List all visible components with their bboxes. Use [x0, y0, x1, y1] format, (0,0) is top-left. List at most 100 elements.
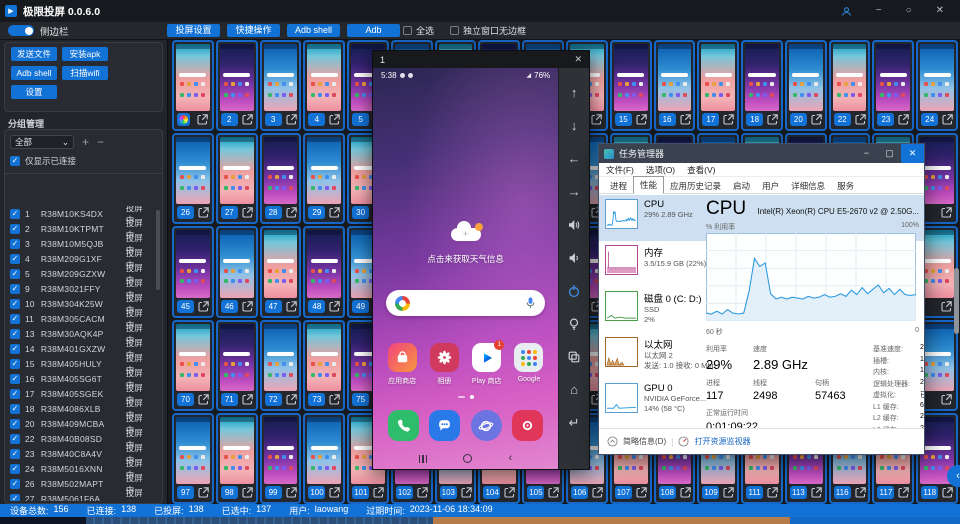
device-number-button[interactable]: 73 — [308, 393, 325, 406]
grid-cell[interactable]: 20 — [785, 40, 827, 131]
device-checkbox[interactable]: ✓ — [10, 284, 20, 294]
device-number-button[interactable]: 70 — [177, 393, 194, 406]
add-group-button[interactable]: + — [82, 136, 89, 148]
device-number-button[interactable]: 46 — [221, 300, 238, 313]
open-window-button[interactable] — [547, 486, 560, 499]
device-number-button[interactable]: 48 — [308, 300, 325, 313]
device-number-button[interactable]: 3 — [265, 113, 282, 126]
grid-cell[interactable]: 70 — [172, 320, 214, 411]
open-window-button[interactable] — [940, 206, 953, 219]
flashlight-button[interactable] — [559, 307, 589, 340]
tm-tab-item[interactable]: 应用历史记录 — [664, 178, 727, 194]
grid-cell[interactable] — [172, 40, 214, 131]
device-number-button[interactable]: 104 — [483, 486, 500, 499]
open-window-button[interactable] — [854, 113, 867, 126]
remove-group-button[interactable]: − — [97, 136, 104, 148]
grid-cell[interactable]: 18 — [741, 40, 783, 131]
open-window-button[interactable] — [241, 206, 254, 219]
grid-cell[interactable]: 17 — [697, 40, 739, 131]
recents-nav-icon[interactable] — [419, 455, 428, 463]
tm-minimize-button[interactable]: − — [855, 144, 878, 163]
volume-down-button[interactable] — [559, 241, 589, 274]
device-number-button[interactable]: 47 — [265, 300, 282, 313]
dock-messages-icon[interactable] — [429, 410, 460, 441]
open-window-button[interactable] — [197, 300, 210, 313]
open-window-button[interactable] — [241, 393, 254, 406]
open-window-button[interactable] — [766, 113, 779, 126]
device-number-button[interactable]: 22 — [834, 113, 851, 126]
dock-browser-icon[interactable] — [471, 410, 502, 441]
open-window-button[interactable] — [679, 113, 692, 126]
adb-shell-button[interactable]: Adb shell — [11, 66, 57, 80]
device-checkbox[interactable]: ✓ — [10, 389, 20, 399]
device-number-button[interactable]: 49 — [352, 300, 369, 313]
device-checkbox[interactable]: ✓ — [10, 344, 20, 354]
open-window-button[interactable] — [679, 486, 692, 499]
device-checkbox[interactable]: ✓ — [10, 239, 20, 249]
grid-cell[interactable]: 29 — [303, 133, 345, 224]
grid-cell[interactable]: 23 — [872, 40, 914, 131]
open-window-button[interactable] — [635, 113, 648, 126]
open-window-button[interactable] — [241, 300, 254, 313]
grid-cell[interactable]: 48 — [303, 226, 345, 317]
device-checkbox[interactable]: ✓ — [10, 329, 20, 339]
open-window-button[interactable] — [285, 393, 298, 406]
device-number-button[interactable]: 106 — [571, 486, 588, 499]
open-window-button[interactable] — [722, 486, 735, 499]
open-window-button[interactable] — [328, 206, 341, 219]
tm-menu-item[interactable]: 文件(F) — [606, 164, 634, 176]
tm-tab-item[interactable]: 启动 — [727, 178, 756, 194]
device-list-scrollbar[interactable] — [156, 210, 160, 290]
device-checkbox[interactable]: ✓ — [10, 404, 20, 414]
tm-maximize-button[interactable]: ▢ — [878, 144, 901, 163]
open-window-button[interactable] — [197, 206, 210, 219]
device-number-button[interactable]: 75 — [352, 393, 369, 406]
home-app-2[interactable]: 1Play 商店 — [469, 343, 505, 386]
grid-cell[interactable]: 46 — [216, 226, 258, 317]
device-number-button[interactable]: 98 — [221, 486, 238, 499]
open-window-button[interactable] — [766, 486, 779, 499]
open-window-button[interactable] — [416, 486, 429, 499]
device-number-button[interactable]: 26 — [177, 206, 194, 219]
open-window-button[interactable] — [591, 486, 604, 499]
device-number-button[interactable]: 18 — [746, 113, 763, 126]
back-button[interactable]: ↵ — [559, 406, 589, 439]
grid-cell[interactable]: 15 — [610, 40, 652, 131]
grid-cell[interactable]: 22 — [829, 40, 871, 131]
device-number-button[interactable]: 16 — [659, 113, 676, 126]
scan-wifi-button[interactable]: 扫描wifi — [62, 66, 108, 80]
mic-icon[interactable] — [525, 296, 536, 310]
sidebar-toggle[interactable] — [8, 25, 34, 36]
down-button[interactable]: ↓ — [559, 109, 589, 142]
device-checkbox[interactable]: ✓ — [10, 434, 20, 444]
device-number-button[interactable]: 108 — [659, 486, 676, 499]
device-number-button[interactable]: 4 — [308, 113, 325, 126]
send-file-button[interactable]: 发送文件 — [11, 47, 57, 61]
recents-button[interactable] — [559, 340, 589, 373]
grid-cell[interactable]: 47 — [260, 226, 302, 317]
volume-up-button[interactable] — [559, 208, 589, 241]
device-number-button[interactable]: 29 — [308, 206, 325, 219]
open-window-button[interactable] — [722, 113, 735, 126]
grid-cell[interactable]: 16 — [654, 40, 696, 131]
up-button[interactable]: ↑ — [559, 76, 589, 109]
open-window-button[interactable] — [285, 113, 298, 126]
tm-menu-item[interactable]: 查看(V) — [687, 164, 715, 176]
quick-actions-button[interactable]: 快捷操作 — [227, 24, 280, 37]
device-checkbox[interactable]: ✓ — [10, 374, 20, 384]
close-button[interactable]: ✕ — [936, 6, 944, 16]
preview-close-icon[interactable]: ✕ — [574, 54, 582, 65]
device-number-button[interactable]: 107 — [615, 486, 632, 499]
summary-view-link[interactable]: 简略信息(D) — [623, 436, 666, 447]
user-icon[interactable] — [841, 6, 852, 17]
open-window-button[interactable] — [503, 486, 516, 499]
tm-tab-performance-active[interactable]: 性能 — [633, 176, 664, 194]
device-checkbox[interactable]: ✓ — [10, 359, 20, 369]
home-app-0[interactable]: 应用商店 — [384, 343, 420, 386]
tm-tab-item[interactable]: 用户 — [756, 178, 785, 194]
device-number-button[interactable]: 111 — [746, 486, 763, 499]
device-checkbox[interactable]: ✓ — [10, 314, 20, 324]
left-button[interactable]: ← — [559, 142, 589, 175]
tm-tab-item[interactable]: 详细信息 — [785, 178, 831, 194]
dock-phone-icon[interactable] — [388, 410, 419, 441]
